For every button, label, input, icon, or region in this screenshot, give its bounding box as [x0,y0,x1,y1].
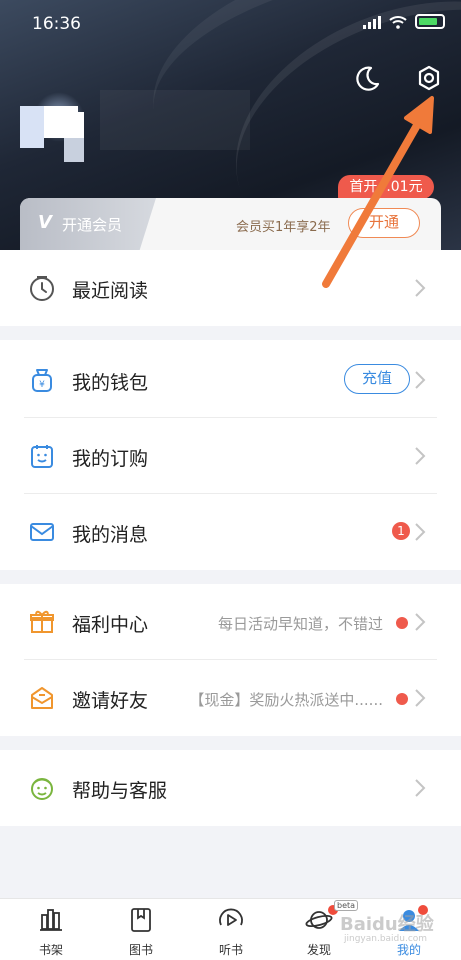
wifi-icon [389,15,407,29]
menu-label: 最近阅读 [72,280,149,302]
menu-item-orders[interactable]: 我的订购 [0,418,461,494]
recent-section: 最近阅读 [0,250,461,326]
tab-label: 书架 [38,943,63,957]
envelope-icon [31,687,53,709]
menu-label: 我的钱包 [72,372,149,394]
clock-icon [30,276,54,301]
account-section: ¥ 我的钱包 充值 我的订购 我的消息 1 [0,340,461,570]
chevron-right-icon [415,779,426,797]
menu-item-welfare-center[interactable]: 福利中心 每日活动早知道，不错过 [0,584,461,660]
menu-item-help-support[interactable]: 帮助与客服 [0,750,461,826]
vip-membership-card[interactable]: V 开通会员 会员买1年享2年 开通 [20,198,441,250]
signal-icon [363,15,381,29]
menu-item-recent-reading[interactable]: 最近阅读 [0,250,461,326]
battery-icon [415,14,445,29]
menu-item-wallet[interactable]: ¥ 我的钱包 充值 [0,342,461,418]
status-bar: 16:36 [0,0,461,48]
tab-label: 图书 [128,943,153,957]
vip-logo-icon: V [38,212,52,233]
support-icon [31,778,53,800]
unread-count-badge: 1 [392,522,410,540]
mail-icon [30,523,54,541]
tab-label: 听书 [218,943,243,957]
menu-label: 邀请好友 [72,690,149,712]
chevron-right-icon [415,447,426,465]
menu-label: 我的消息 [72,524,149,546]
open-vip-button[interactable]: 开通 [348,208,420,238]
settings-gear-icon[interactable] [414,64,444,94]
vip-description: 会员买1年享2年 [236,220,331,235]
help-section: 帮助与客服 [0,750,461,826]
wallet-icon: ¥ [32,369,52,392]
menu-label: 福利中心 [72,614,149,636]
menu-label: 我的订购 [72,448,149,470]
tab-books[interactable]: 图书 [106,905,176,959]
menu-label: 帮助与客服 [72,780,168,802]
new-dot [396,617,408,629]
username-blurred [100,90,250,150]
calendar-smile-icon [31,445,53,468]
tab-audiobooks[interactable]: 听书 [196,905,266,959]
book-icon [131,908,151,932]
first-purchase-promo-badge: 首开 ​ .01元 [338,175,434,199]
status-time: 16:36 [32,14,81,34]
night-mode-icon[interactable] [352,64,382,94]
bookshelf-icon [40,909,62,931]
chevron-right-icon [415,371,426,389]
rewards-section: 福利中心 每日活动早知道，不错过 邀请好友 【现金】奖励火热派送中...... [0,584,461,736]
chevron-right-icon [415,613,426,631]
chevron-right-icon [415,523,426,541]
gift-icon [30,610,54,633]
tab-bookshelf[interactable]: 书架 [16,905,86,959]
watermark-url: jingyan.baidu.com [344,934,428,944]
chevron-right-icon [415,279,426,297]
vip-label: 开通会员 [62,216,123,234]
menu-item-messages[interactable]: 我的消息 1 [0,494,461,570]
chevron-right-icon [415,689,426,707]
invite-note: 【现金】奖励火热派送中...... [189,691,383,709]
new-dot [396,693,408,705]
menu-item-invite-friends[interactable]: 邀请好友 【现金】奖励火热派送中...... [0,660,461,736]
welfare-note: 每日活动早知道，不错过 [217,615,383,633]
recharge-button[interactable]: 充值 [344,364,410,394]
play-icon [219,908,243,926]
watermark: Baidu经验 [340,914,434,935]
avatar[interactable] [20,92,88,172]
svg-text:¥: ¥ [39,380,45,390]
